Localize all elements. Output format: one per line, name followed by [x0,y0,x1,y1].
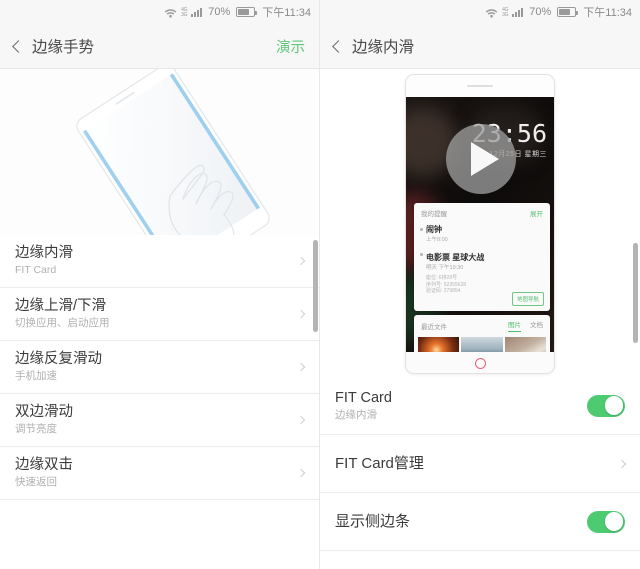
lockscreen-clock-area: 23:56 12月25日 星期三 [472,121,547,159]
back-button-left[interactable]: 边缘手势 [12,35,95,57]
photo-thumbnail[interactable] [504,337,546,352]
photo-thumbnail[interactable] [418,337,460,352]
battery-icon [557,7,579,17]
chevron-left-icon [12,39,25,53]
photo-grid [414,334,550,352]
gesture-settings-list: 边缘内滑 FIT Card 边缘上滑/下滑 切换应用、启动应用 边缘反复滑动 手… [0,235,319,500]
setting-row-fit-card-manage[interactable]: FIT Card管理 [320,435,640,493]
cellular-signal-icon: 4G 3G [181,6,188,18]
tab-images[interactable]: 图片 [508,319,521,332]
right-screen: 4G 3G 70% 下午11:34 边缘内滑 23:56 12月25日 星期三 … [320,0,640,569]
phone-earpiece-area [406,75,554,97]
chevron-right-icon [296,256,306,266]
nav-bar-left: 边缘手势 演示 [0,24,319,69]
reminder-card-expand[interactable]: 展开 [530,208,543,218]
toggle-show-sidebar[interactable] [587,510,625,533]
vertical-scrollbar-right[interactable] [633,243,638,343]
recent-files-tabs: 图片 文档 [508,319,543,332]
recent-files-title: 最近文件 [421,323,447,331]
setting-title: FIT Card [335,389,392,406]
status-bar-clock: 下午11:34 [583,7,632,19]
battery-icon [236,7,258,17]
chevron-right-icon [296,309,306,319]
signal-bars-icon [512,7,524,17]
chevron-right-icon [296,468,306,478]
speaker-icon [467,84,493,88]
reminder-entry-time: 上午8:00 [426,237,448,243]
reminder-entry: 电影票 星球大战 明天 下午19:30 座位: 6排28号 序列号: 52355… [414,246,550,297]
toggle-fit-card[interactable] [587,394,625,417]
setting-row-show-sidebar[interactable]: 显示侧边条 [320,493,640,551]
dual-screenshot-container: 4G 3G 70% 下午11:34 边缘手势 演示 边缘内滑 FIT Card … [0,0,640,569]
list-item-title: 边缘上滑/下滑 [15,298,107,314]
chevron-right-icon [617,459,627,468]
page-title-left: 边缘手势 [32,39,95,56]
list-item[interactable]: 边缘双击 快速返回 [0,447,319,500]
list-item-title: 边缘双击 [15,457,73,473]
chevron-left-icon [332,39,345,53]
battery-percent-label: 70% [208,6,231,18]
reminder-entry: 闹钟 上午8:00 [414,221,550,246]
reminder-card: 我的提醒 展开 闹钟 上午8:00 电影票 星球大战 明天 下午19:30 座位… [414,203,550,311]
phone-home-area [406,352,554,373]
list-item[interactable]: 双边滑动 调节亮度 [0,394,319,447]
cellular-signal-icon: 4G 3G [502,6,509,18]
wifi-icon [164,7,177,18]
map-navigation-button[interactable]: 地图导航 [511,292,544,306]
wifi-icon [485,7,498,18]
lockscreen-date: 12月25日 星期三 [489,151,547,158]
setting-title: 显示侧边条 [335,513,411,530]
setting-row-fit-card[interactable]: FIT Card 边缘内滑 [320,377,640,435]
list-item-subtitle: 切换应用、启动应用 [15,317,110,329]
list-item-title: 双边滑动 [15,404,73,420]
edge-gesture-illustration [0,64,319,280]
fit-card-video-preview[interactable]: 23:56 12月25日 星期三 我的提醒 展开 闹钟 上午8:00 电影票 星… [320,69,640,377]
setting-title: FIT Card管理 [335,455,424,472]
list-item-subtitle: FIT Card [15,264,57,276]
demo-button[interactable]: 演示 [276,36,305,57]
list-item-subtitle: 手机加速 [15,370,57,382]
left-screen: 4G 3G 70% 下午11:34 边缘手势 演示 边缘内滑 FIT Card … [0,0,320,569]
tab-documents[interactable]: 文档 [530,319,543,332]
signal-bars-icon [191,7,203,17]
fit-card-settings-list: FIT Card 边缘内滑 FIT Card管理 显示侧边条 [320,377,640,551]
page-title-right: 边缘内滑 [352,39,415,56]
reminder-card-header: 我的提醒 展开 [414,203,550,221]
list-item-subtitle: 快速返回 [15,476,57,488]
battery-percent-label: 70% [529,6,552,18]
setting-subtitle: 边缘内滑 [335,408,377,421]
list-item-title: 边缘反复滑动 [15,351,102,367]
reminder-card-title: 我的提醒 [421,211,447,218]
phone-screen: 23:56 12月25日 星期三 我的提醒 展开 闹钟 上午8:00 电影票 星… [406,97,554,352]
reminder-entry-title: 电影票 星球大战 [426,253,485,262]
recent-files-card: 最近文件 图片 文档 [414,315,550,352]
recent-files-header: 最近文件 图片 文档 [414,315,550,334]
chevron-right-icon [296,362,306,372]
lockscreen-time: 23:56 [471,119,547,148]
vertical-scrollbar-left[interactable] [313,240,318,332]
list-item[interactable]: 边缘上滑/下滑 切换应用、启动应用 [0,288,319,341]
nav-bar-right: 边缘内滑 [320,24,640,69]
list-item[interactable]: 边缘反复滑动 手机加速 [0,341,319,394]
home-button-icon[interactable] [474,357,486,369]
reminder-entry-time: 明天 下午19:30 [426,265,464,271]
photo-thumbnail[interactable] [461,337,503,352]
list-item-title: 边缘内滑 [15,245,73,261]
reminder-entry-title: 闹钟 [426,225,442,234]
chevron-right-icon [296,415,306,425]
status-bar-clock: 下午11:34 [262,7,311,19]
list-item[interactable]: 边缘内滑 FIT Card [0,235,319,288]
status-bar-left: 4G 3G 70% 下午11:34 [0,0,319,24]
list-item-subtitle: 调节亮度 [15,423,57,435]
status-bar-right: 4G 3G 70% 下午11:34 [320,0,640,24]
back-button-right[interactable]: 边缘内滑 [332,35,415,57]
phone-mockup: 23:56 12月25日 星期三 我的提醒 展开 闹钟 上午8:00 电影票 星… [405,74,555,374]
